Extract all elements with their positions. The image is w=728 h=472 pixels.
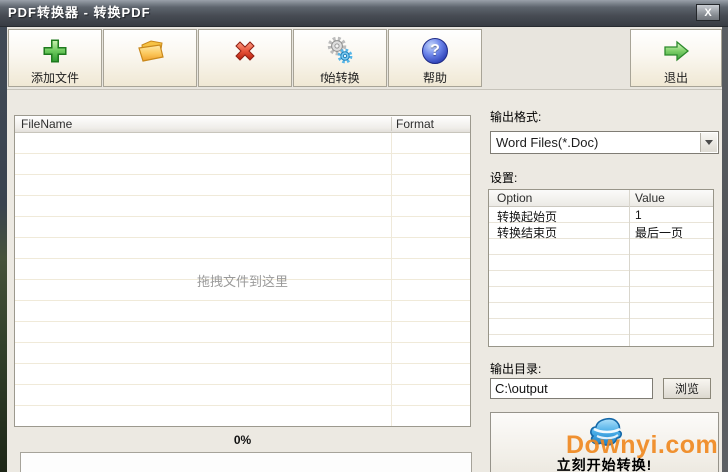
help-button[interactable]: ? 帮助 xyxy=(388,29,482,87)
progress-percent: 0% xyxy=(233,433,252,447)
option-end-page: 转换结束页 xyxy=(497,226,558,240)
folder-icon xyxy=(134,35,166,67)
browse-button[interactable]: 浏览 xyxy=(663,378,711,399)
column-filename[interactable]: FileName xyxy=(21,117,72,131)
app-window: PDF转换器 - 转换PDF X 添加文件 f始转换 ? 帮助 退出 FileN… xyxy=(0,0,728,472)
toolbar: 添加文件 f始转换 ? 帮助 退出 xyxy=(7,27,722,90)
settings-table[interactable]: Option Value 转换起始页 1 转换结束页 最后一页 xyxy=(488,189,714,347)
combo-dropdown-button[interactable] xyxy=(700,133,717,152)
file-list-header: FileName Format xyxy=(15,116,470,133)
column-divider xyxy=(391,117,392,131)
exit-arrow-icon xyxy=(661,35,691,67)
value-start-page[interactable]: 1 xyxy=(635,208,642,222)
output-dir-input[interactable] xyxy=(490,378,653,399)
start-now-label: 立刻开始转换! xyxy=(556,457,653,472)
file-list[interactable]: FileName Format 拖拽文件到这里 xyxy=(14,115,471,427)
column-option[interactable]: Option xyxy=(497,191,532,205)
output-format-label: 输出格式: xyxy=(490,110,542,124)
add-plus-icon xyxy=(41,35,69,67)
value-end-page[interactable]: 最后一页 xyxy=(635,224,683,241)
output-format-value: Word Files(*.Doc) xyxy=(496,135,599,150)
gears-icon xyxy=(325,35,355,67)
help-icon: ? xyxy=(422,35,448,67)
downyi-logo-icon xyxy=(586,415,626,452)
exit-button[interactable]: 退出 xyxy=(630,29,722,87)
help-label: 帮助 xyxy=(422,71,447,85)
delete-x-icon xyxy=(230,35,260,67)
table-row[interactable]: 转换结束页 最后一页 xyxy=(489,223,713,241)
start-now-button[interactable]: 立刻开始转换! xyxy=(490,412,719,472)
column-format[interactable]: Format xyxy=(396,117,434,131)
settings-table-body: 转换起始页 1 转换结束页 最后一页 xyxy=(489,207,713,346)
close-button[interactable]: X xyxy=(696,4,720,21)
start-convert-label: f始转换 xyxy=(320,71,360,85)
settings-label: 设置: xyxy=(490,171,518,185)
remove-file-button[interactable] xyxy=(198,29,292,87)
settings-column-line xyxy=(629,190,630,346)
progress-bar xyxy=(20,452,472,472)
desktop-background-left xyxy=(0,27,7,472)
settings-table-header: Option Value xyxy=(489,190,713,207)
table-row[interactable]: 转换起始页 1 xyxy=(489,207,713,224)
chevron-down-icon xyxy=(705,140,713,145)
file-list-body[interactable]: 拖拽文件到这里 xyxy=(15,133,470,426)
question-mark-glyph: ? xyxy=(422,38,448,64)
add-files-button[interactable]: 添加文件 xyxy=(8,29,102,87)
drag-drop-hint: 拖拽文件到这里 xyxy=(196,274,288,289)
add-files-label: 添加文件 xyxy=(30,71,79,85)
open-folder-button[interactable] xyxy=(103,29,197,87)
desktop-background-right xyxy=(722,27,728,472)
output-dir-label: 输出目录: xyxy=(490,362,542,376)
start-convert-button[interactable]: f始转换 xyxy=(293,29,387,87)
exit-label: 退出 xyxy=(663,71,688,85)
window-title: PDF转换器 - 转换PDF xyxy=(8,5,151,20)
column-value[interactable]: Value xyxy=(635,191,665,205)
title-bar: PDF转换器 - 转换PDF X xyxy=(0,0,728,27)
output-format-select[interactable]: Word Files(*.Doc) xyxy=(490,131,719,154)
